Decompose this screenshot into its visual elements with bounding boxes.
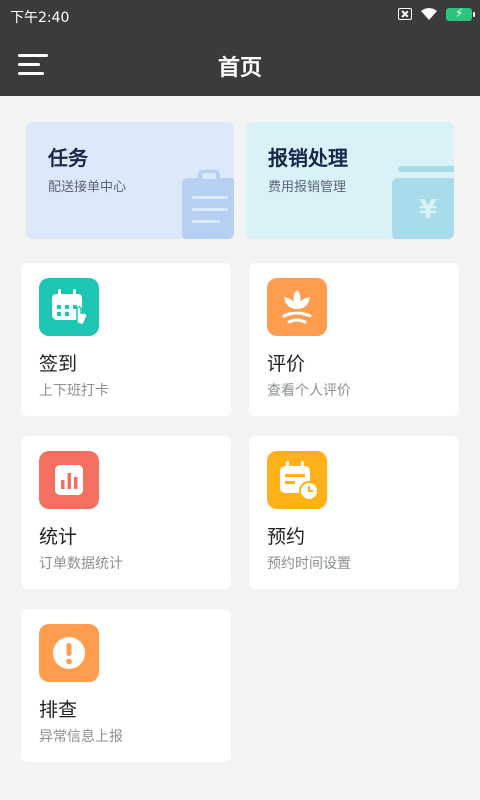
card-checkin-subtitle: 上下班打卡 bbox=[39, 383, 109, 399]
wifi-icon bbox=[421, 8, 437, 20]
card-inspection[interactable]: 排查 异常信息上报 bbox=[21, 609, 231, 762]
card-reservation-subtitle: 预约时间设置 bbox=[267, 556, 351, 572]
card-statistics-subtitle: 订单数据统计 bbox=[39, 556, 123, 572]
svg-text:¥: ¥ bbox=[419, 195, 437, 225]
battery-icon: ⚡ bbox=[446, 6, 475, 21]
page-title: 首页 bbox=[217, 56, 262, 81]
card-evaluation-title: 评价 bbox=[267, 353, 306, 375]
clipboard-icon bbox=[182, 170, 234, 239]
card-statistics-title: 统计 bbox=[39, 526, 78, 548]
alert-icon bbox=[39, 624, 99, 682]
calendar-clock-icon bbox=[267, 451, 327, 509]
bar-chart-icon bbox=[39, 451, 99, 509]
expense-banner-subtitle: 费用报销管理 bbox=[268, 180, 347, 195]
expense-banner[interactable]: 报销处理 费用报销管理 ¥ bbox=[246, 122, 454, 239]
card-statistics[interactable]: 统计 订单数据统计 bbox=[21, 436, 231, 589]
task-banner[interactable]: 任务 配送接单中心 bbox=[26, 122, 234, 239]
card-checkin-title: 签到 bbox=[39, 353, 78, 375]
card-evaluation-subtitle: 查看个人评价 bbox=[267, 383, 351, 399]
task-banner-subtitle: 配送接单中心 bbox=[48, 180, 127, 195]
card-reservation-title: 预约 bbox=[267, 526, 306, 548]
card-checkin[interactable]: 签到 上下班打卡 bbox=[21, 263, 231, 416]
sim-card-icon bbox=[398, 8, 412, 20]
flower-icon bbox=[267, 278, 327, 336]
status-bar: 下午2:40 ⚡ bbox=[0, 0, 480, 32]
task-banner-title: 任务 bbox=[48, 146, 88, 170]
card-evaluation[interactable]: 评价 查看个人评价 bbox=[249, 263, 459, 416]
calendar-check-icon bbox=[39, 278, 99, 336]
card-inspection-title: 排查 bbox=[39, 699, 78, 721]
expense-banner-title: 报销处理 bbox=[268, 146, 348, 170]
status-time: 下午2:40 bbox=[10, 10, 70, 26]
card-reservation[interactable]: 预约 预约时间设置 bbox=[249, 436, 459, 589]
yuan-wallet-icon: ¥ bbox=[392, 166, 454, 239]
app-header: 首页 bbox=[0, 32, 480, 96]
card-inspection-subtitle: 异常信息上报 bbox=[39, 729, 123, 745]
status-icons: ⚡ bbox=[398, 6, 475, 21]
